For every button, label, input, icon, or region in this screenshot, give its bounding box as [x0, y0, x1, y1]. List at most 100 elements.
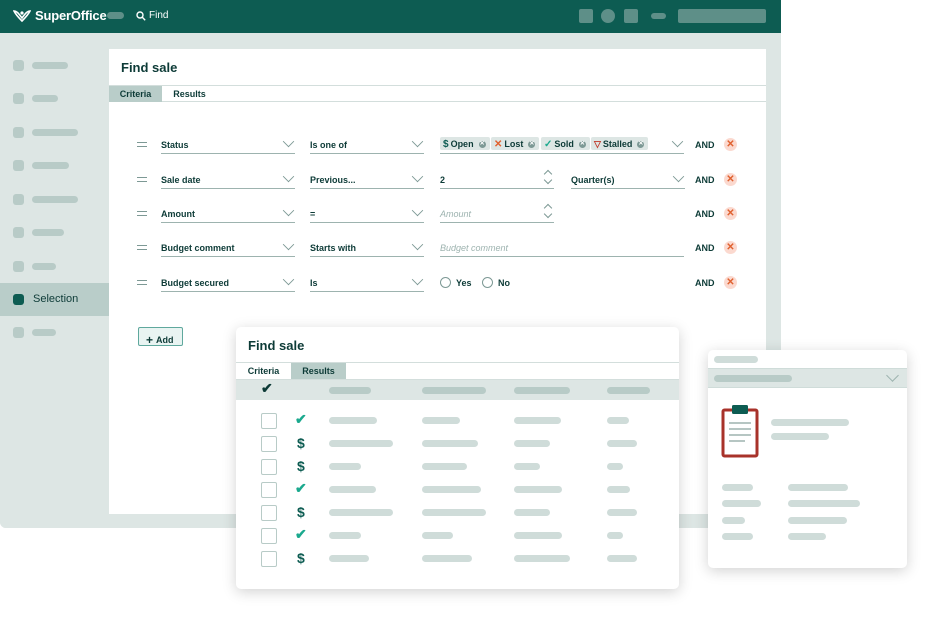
field-select[interactable]: Amount [161, 204, 295, 223]
nav-icon [13, 194, 24, 205]
remove-criteria-button[interactable]: ✕ [724, 207, 737, 220]
sidebar-item[interactable] [0, 250, 109, 283]
chip-stalled[interactable]: ▽ Stalled ✕ [591, 137, 649, 150]
drag-handle-icon[interactable] [137, 211, 147, 216]
x-icon: ✕ [494, 138, 503, 150]
operator-select[interactable]: Previous... [310, 170, 424, 189]
criteria-row: Amount = Amount AND ✕ [109, 203, 766, 225]
remove-criteria-button[interactable]: ✕ [724, 241, 737, 254]
check-icon: ✓ [544, 138, 553, 150]
dollar-icon: $ [297, 504, 305, 520]
check-icon: ✔ [295, 480, 307, 496]
sidebar-item[interactable] [0, 183, 109, 216]
tab-results[interactable]: Results [167, 86, 212, 102]
chevron-down-icon [411, 170, 424, 183]
remove-criteria-button[interactable]: ✕ [724, 276, 737, 289]
select-all-check-icon[interactable]: ✔ [261, 380, 273, 397]
radio-label-yes: Yes [456, 278, 472, 288]
drag-handle-icon[interactable] [137, 177, 147, 182]
menu-toggle[interactable] [107, 12, 124, 19]
chip-remove-icon[interactable]: ✕ [478, 140, 486, 148]
and-operator[interactable]: AND [695, 209, 715, 219]
chip-remove-icon[interactable]: ✕ [528, 140, 536, 148]
column-header[interactable] [514, 387, 570, 394]
chip-remove-icon[interactable]: ✕ [578, 140, 586, 148]
dollar-icon: $ [297, 550, 305, 566]
chip-remove-icon[interactable]: ✕ [637, 140, 645, 148]
column-header[interactable] [607, 387, 650, 394]
stepper-arrows-icon[interactable] [544, 169, 552, 183]
results-tab-bar: Criteria Results [236, 362, 679, 380]
chip-sold[interactable]: ✓ Sold ✕ [541, 137, 590, 150]
search-box[interactable] [678, 9, 766, 23]
column-header[interactable] [329, 387, 371, 394]
drag-handle-icon[interactable] [137, 280, 147, 285]
drag-handle-icon[interactable] [137, 142, 147, 147]
chevron-down-icon [282, 238, 295, 251]
drag-handle-icon[interactable] [137, 245, 147, 250]
tab-results[interactable]: Results [291, 363, 346, 379]
find-label: Find [149, 10, 169, 21]
remove-criteria-button[interactable]: ✕ [724, 173, 737, 186]
radio-label-no: No [498, 278, 510, 288]
row-checkbox[interactable] [261, 482, 277, 498]
value-stepper[interactable]: 2 [440, 171, 554, 189]
sidebar-item[interactable] [0, 216, 109, 249]
app-logo[interactable]: SuperOffice [13, 8, 107, 23]
toolbar-button-2[interactable] [601, 9, 615, 23]
sidebar-item-selection[interactable]: Selection [0, 283, 109, 316]
field-select[interactable]: Status [161, 135, 295, 154]
toolbar-button-1[interactable] [579, 9, 593, 23]
chevron-down-icon [672, 170, 685, 183]
chevron-down-icon [886, 369, 899, 382]
field-select[interactable]: Sale date [161, 170, 295, 189]
radio-no[interactable] [482, 277, 493, 288]
sidebar-item-label: Selection [33, 293, 79, 305]
unit-select[interactable]: Quarter(s) [571, 170, 685, 189]
sidebar-item[interactable] [0, 149, 109, 182]
and-operator[interactable]: AND [695, 175, 715, 185]
and-operator[interactable]: AND [695, 243, 715, 253]
toolbar-button-4[interactable] [651, 13, 666, 19]
dollar-icon: $ [443, 138, 449, 150]
nav-icon [13, 60, 24, 71]
row-checkbox[interactable] [261, 459, 277, 475]
row-checkbox[interactable] [261, 505, 277, 521]
add-criteria-button[interactable]: + Add [138, 327, 183, 347]
detail-dropdown[interactable] [708, 368, 907, 388]
row-checkbox[interactable] [261, 436, 277, 452]
chevron-down-icon [411, 273, 424, 286]
row-checkbox[interactable] [261, 413, 277, 429]
column-header[interactable] [422, 387, 486, 394]
sidebar-item[interactable] [0, 49, 109, 82]
operator-select[interactable]: Is one of [310, 135, 424, 154]
criteria-row: Status Is one of $ Open ✕ ✕ Lost ✕ ✓ Sold ✕ ▽ S… [109, 134, 766, 156]
budget-comment-input[interactable]: Budget comment [440, 239, 684, 257]
find-button[interactable]: Find [136, 10, 168, 21]
stalled-icon: ▽ [594, 138, 601, 149]
row-checkbox[interactable] [261, 528, 277, 544]
tab-criteria[interactable]: Criteria [236, 363, 291, 379]
sidebar-item[interactable] [0, 82, 109, 115]
remove-criteria-button[interactable]: ✕ [724, 138, 737, 151]
field-select[interactable]: Budget secured [161, 273, 295, 292]
sidebar-item[interactable] [0, 116, 109, 149]
sidebar-item[interactable] [0, 316, 109, 349]
chip-open[interactable]: $ Open ✕ [440, 137, 490, 150]
tab-criteria[interactable]: Criteria [109, 86, 162, 102]
detail-card [708, 350, 907, 568]
chevron-down-icon [671, 135, 684, 148]
operator-select[interactable]: Starts with [310, 238, 424, 257]
stepper-arrows-icon[interactable] [544, 203, 552, 217]
toolbar-button-3[interactable] [624, 9, 638, 23]
operator-select[interactable]: Is [310, 273, 424, 292]
and-operator[interactable]: AND [695, 278, 715, 288]
row-checkbox[interactable] [261, 551, 277, 567]
chevron-down-icon [282, 170, 295, 183]
chip-lost[interactable]: ✕ Lost ✕ [491, 137, 540, 150]
field-select[interactable]: Budget comment [161, 238, 295, 257]
operator-select[interactable]: = [310, 204, 424, 223]
and-operator[interactable]: AND [695, 140, 715, 150]
radio-yes[interactable] [440, 277, 451, 288]
amount-input[interactable]: Amount [440, 205, 554, 223]
